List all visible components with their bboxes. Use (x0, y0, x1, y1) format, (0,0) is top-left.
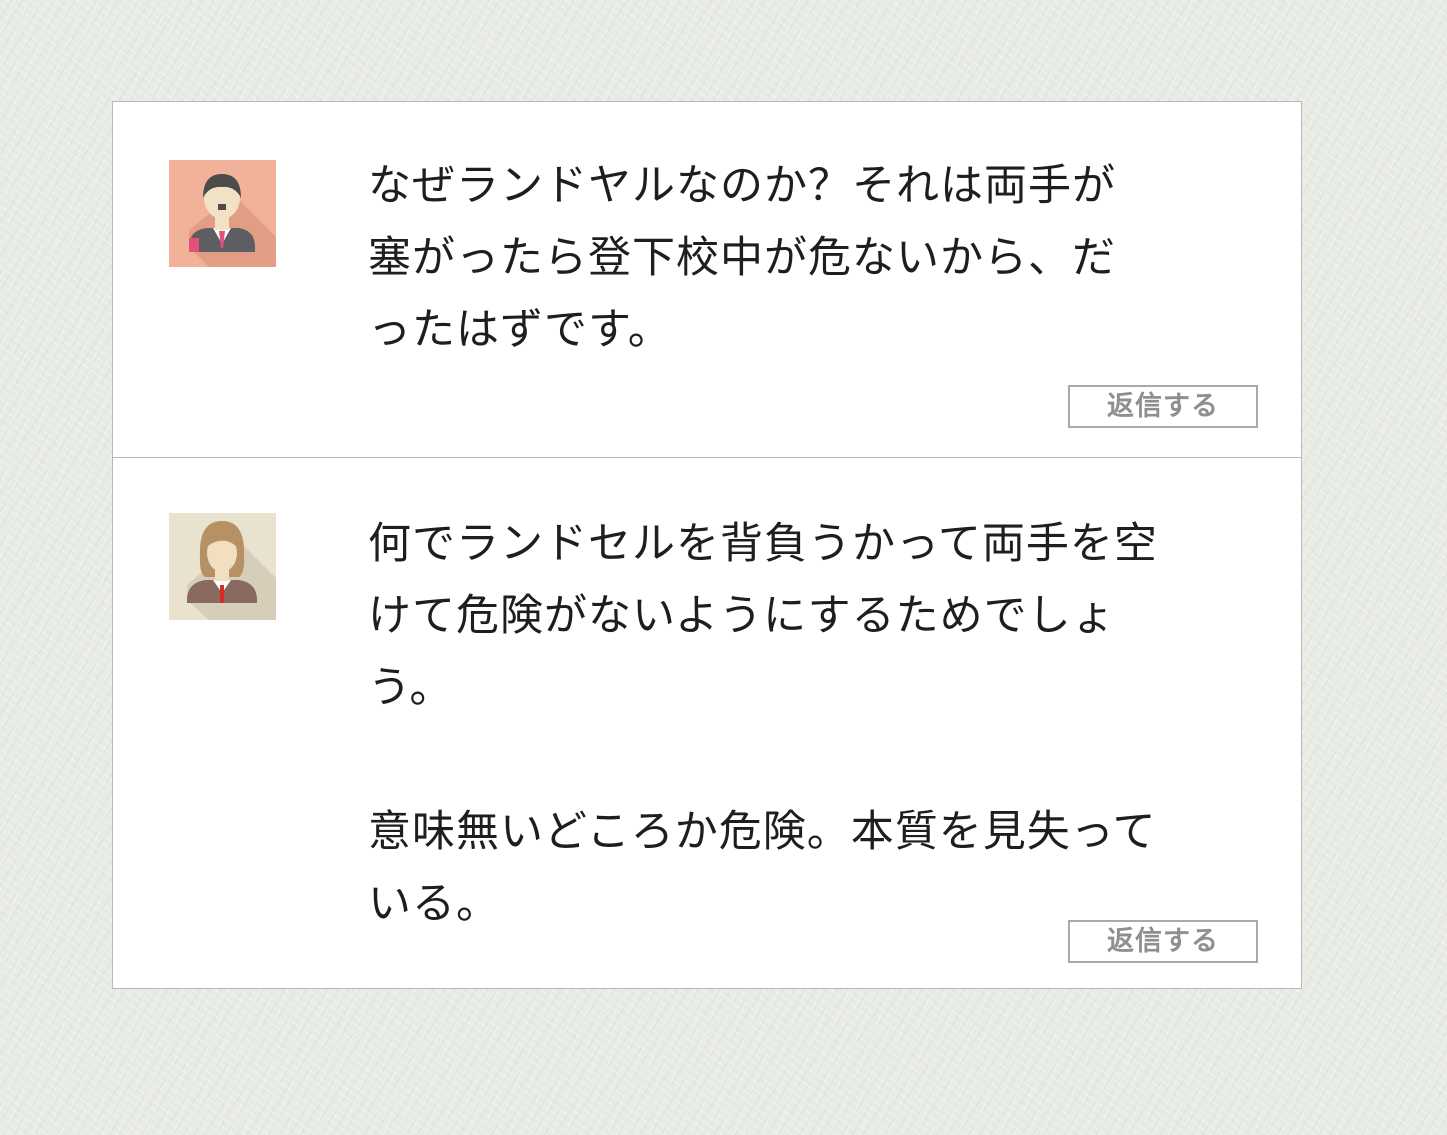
comment-list: なぜランドヤルなのか？それは両手が塞がったら登下校中が危ないから、だったはずです… (112, 101, 1302, 989)
comment-item: なぜランドヤルなのか？それは両手が塞がったら登下校中が危ないから、だったはずです… (113, 102, 1301, 457)
comment-item: 何でランドセルを背負うかって両手を空けて危険がないようにするためでしょう。 意味… (113, 457, 1301, 988)
reply-button[interactable]: 返信する (1068, 385, 1258, 428)
woman-avatar-icon (169, 513, 276, 620)
reply-button[interactable]: 返信する (1068, 920, 1258, 963)
comment-text: なぜランドヤルなのか？それは両手が塞がったら登下校中が危ないから、だったはずです… (368, 161, 1116, 355)
man-avatar-icon (169, 160, 276, 267)
comment-text: 何でランドセルを背負うかって両手を空けて危険がないようにするためでしょう。 意味… (368, 519, 1158, 929)
